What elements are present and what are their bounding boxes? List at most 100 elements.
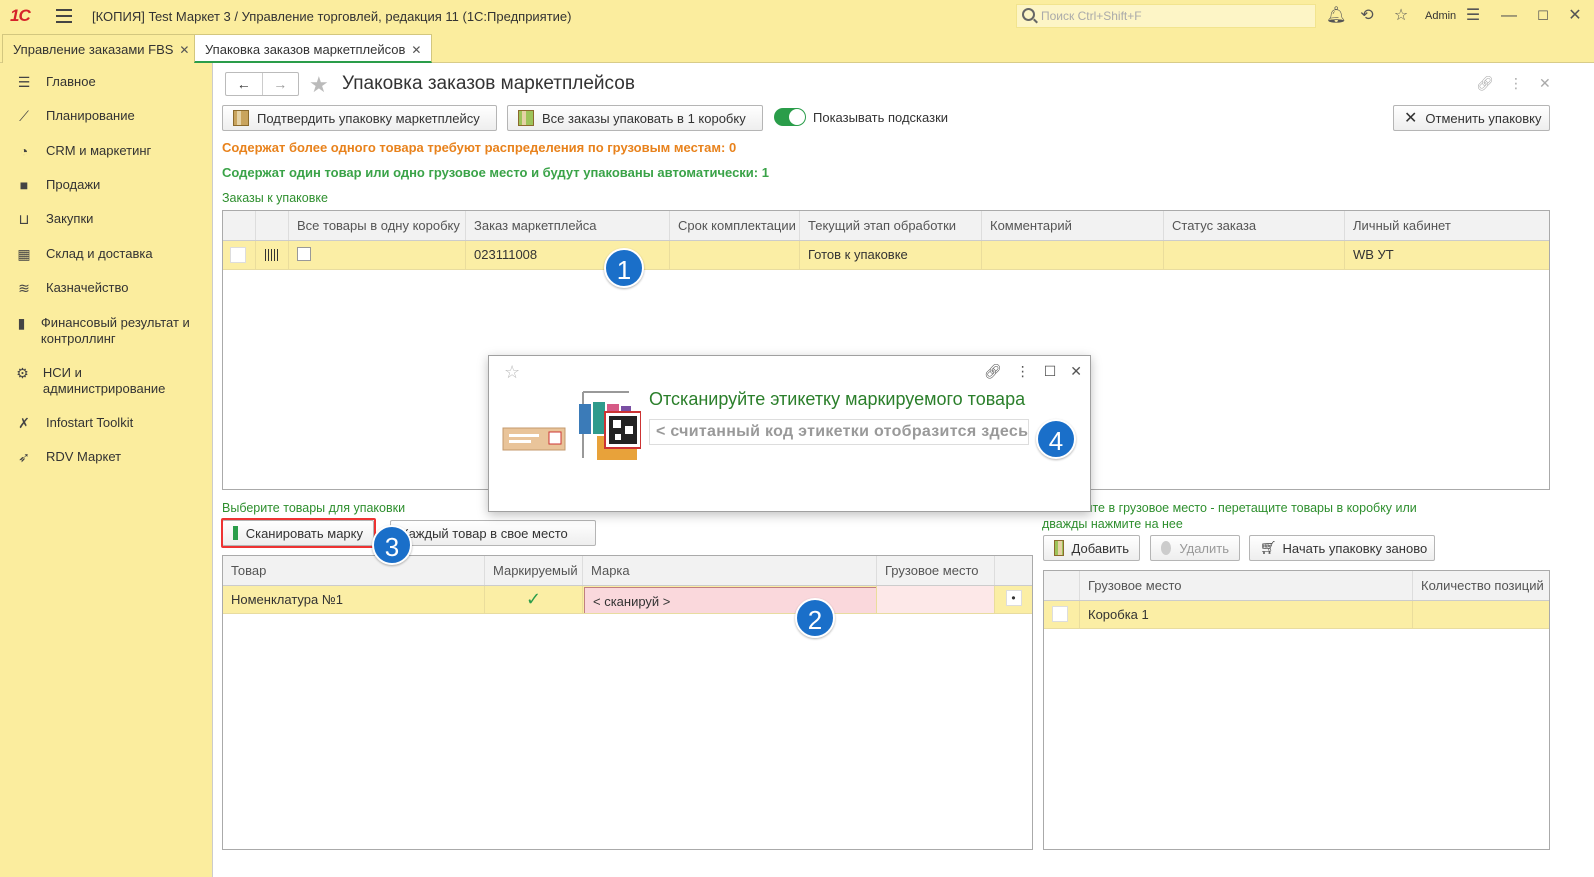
history-icon[interactable]: ⟲ bbox=[1358, 7, 1376, 25]
dot-cell[interactable]: • bbox=[995, 586, 1032, 613]
tab-close-icon[interactable]: ✕ bbox=[179, 43, 189, 57]
button-label: Все заказы упаковать в 1 коробку bbox=[542, 110, 746, 126]
row-select-cell[interactable] bbox=[223, 241, 256, 269]
link-icon[interactable]: 🔗︎ bbox=[984, 363, 1002, 380]
column-header[interactable]: Маркируемый bbox=[485, 556, 583, 585]
confirm-packing-button[interactable]: Подтвердить упаковку маркетплейсу bbox=[222, 105, 497, 131]
item-cell: Номенклатура №1 bbox=[223, 586, 485, 613]
favorite-star-icon[interactable]: ☆ bbox=[504, 362, 520, 383]
info-single-item: Содержат один товар или одно грузовое ме… bbox=[222, 165, 769, 180]
sidebar-item-warehouse[interactable]: ▦ Склад и доставка bbox=[16, 246, 153, 262]
sidebar-item-infostart[interactable]: ✗ Infostart Toolkit bbox=[16, 415, 133, 431]
pack-all-button[interactable]: Все заказы упаковать в 1 коробку bbox=[507, 105, 763, 131]
settings-lines-icon[interactable]: ☰ bbox=[1464, 7, 1482, 25]
table-header: Грузовое место Количество позиций bbox=[1044, 571, 1549, 601]
tab-packing[interactable]: Упаковка заказов маркетплейсов ✕ bbox=[194, 34, 433, 63]
cross-icon: ✕ bbox=[1404, 110, 1418, 127]
close-window-icon[interactable]: ✕ bbox=[1566, 7, 1584, 25]
cancel-packing-button[interactable]: ✕ Отменить упаковку bbox=[1393, 105, 1550, 131]
bell-icon[interactable]: 🔔︎ bbox=[1326, 7, 1346, 25]
sidebar-item-planning[interactable]: ⟋ Планирование bbox=[16, 108, 135, 124]
sidebar-item-treasury[interactable]: ≋ Казначейство bbox=[16, 280, 128, 296]
tab-fbs-orders[interactable]: Управление заказами FBS ✕ bbox=[2, 34, 201, 63]
more-icon[interactable]: ⋮ bbox=[1509, 75, 1523, 92]
restart-packing-button[interactable]: 🛒︎ Начать упаковку заново bbox=[1249, 535, 1435, 561]
table-header: Товар Маркируемый Марка Грузовое место bbox=[223, 556, 1032, 586]
places-section-label: Поместите в грузовое место - перетащите … bbox=[1042, 501, 1417, 531]
sidebar-item-crm[interactable]: ◔ CRM и маркетинг bbox=[16, 143, 152, 159]
tab-close-icon[interactable]: ✕ bbox=[411, 43, 421, 57]
column-header[interactable]: Заказ маркетплейса bbox=[466, 211, 670, 240]
sidebar-item-main[interactable]: ☰ Главное bbox=[16, 74, 96, 90]
delete-icon bbox=[1161, 541, 1172, 555]
scanned-code-field[interactable]: < считанный код этикетки отобразится зде… bbox=[649, 419, 1029, 445]
maximize-icon[interactable]: ☐ bbox=[1044, 363, 1057, 380]
forward-button[interactable]: → bbox=[261, 73, 299, 95]
sidebar-item-label: Закупки bbox=[46, 211, 94, 226]
sidebar-item-purchases[interactable]: ⊔ Закупки bbox=[16, 211, 94, 227]
table-row[interactable]: Номенклатура №1 ✓ < сканируй > • bbox=[223, 586, 1032, 614]
orders-section-label: Заказы к упаковке bbox=[222, 191, 328, 205]
minimize-icon[interactable]: — bbox=[1500, 7, 1518, 25]
scan-mark-button[interactable]: Сканировать марку bbox=[222, 520, 374, 546]
column-header[interactable]: Товар bbox=[223, 556, 485, 585]
button-label: Сканировать марку bbox=[245, 525, 363, 541]
column-header[interactable]: Грузовое место bbox=[877, 556, 995, 585]
row-checkbox[interactable] bbox=[230, 247, 246, 263]
column-header[interactable]: Количество позиций bbox=[1413, 571, 1549, 600]
status-cell bbox=[1164, 241, 1345, 269]
sidebar-item-label: RDV Маркет bbox=[46, 449, 122, 464]
tab-bar: Управление заказами FBS ✕ Упаковка заказо… bbox=[0, 32, 1594, 63]
link-icon[interactable]: 🔗︎ bbox=[1476, 75, 1494, 92]
all-in-one-box-cell[interactable] bbox=[289, 241, 466, 269]
user-name[interactable]: Admin bbox=[1425, 10, 1456, 22]
pie-icon: ◔ bbox=[19, 143, 29, 159]
sidebar-item-sales[interactable]: ■ Продажи bbox=[16, 177, 101, 193]
sidebar-item-admin[interactable]: ⚙ НСИ и администрирование bbox=[16, 365, 176, 397]
add-place-button[interactable]: Добавить bbox=[1043, 535, 1140, 561]
sidebar-item-rdv[interactable]: ➶ RDV Маркет bbox=[16, 449, 121, 465]
all-in-one-box-checkbox[interactable] bbox=[297, 247, 311, 261]
favorite-star-icon[interactable]: ★ bbox=[309, 72, 329, 98]
table-row[interactable]: Коробка 1 bbox=[1044, 601, 1549, 629]
checkmark-icon: ✓ bbox=[525, 589, 542, 609]
barcode-icon bbox=[265, 249, 279, 261]
marked-cell: ✓ bbox=[485, 586, 583, 613]
close-icon[interactable]: ✕ bbox=[1070, 363, 1082, 380]
column-header[interactable]: Личный кабинет bbox=[1345, 211, 1549, 240]
search-input[interactable]: Поиск Ctrl+Shift+F bbox=[1016, 4, 1316, 28]
column-header[interactable]: Статус заказа bbox=[1164, 211, 1345, 240]
column-header[interactable]: Марка bbox=[583, 556, 877, 585]
badge-3: 3 bbox=[372, 525, 412, 565]
close-form-icon[interactable]: ✕ bbox=[1539, 75, 1551, 92]
column-header[interactable]: Комментарий bbox=[982, 211, 1164, 240]
more-icon[interactable]: ⋮ bbox=[1016, 363, 1030, 380]
favorites-star-icon[interactable]: ☆ bbox=[1392, 7, 1410, 25]
show-hints-toggle[interactable] bbox=[774, 108, 806, 126]
table-row[interactable]: 023111008 Готов к упаковке WB УТ bbox=[223, 241, 1549, 270]
column-header[interactable]: Все товары в одну коробку bbox=[289, 211, 466, 240]
sidebar-item-label: Казначейство bbox=[46, 280, 129, 295]
each-item-place-button[interactable]: Каждый товар в свое место bbox=[390, 520, 596, 546]
delete-place-button[interactable]: Удалить bbox=[1150, 535, 1240, 561]
add-box-icon bbox=[1054, 540, 1064, 556]
column-header[interactable]: Грузовое место bbox=[1080, 571, 1413, 600]
maximize-icon[interactable]: ☐ bbox=[1534, 7, 1552, 25]
column-header[interactable]: Текущий этап обработки bbox=[800, 211, 982, 240]
comment-cell bbox=[982, 241, 1164, 269]
badge-4: 4 bbox=[1036, 419, 1076, 459]
button-label: Начать упаковку заново bbox=[1282, 540, 1428, 556]
sidebar: ☰ Главное ⟋ Планирование ◔ CRM и маркетинг … bbox=[0, 63, 212, 877]
sidebar-item-label: Планирование bbox=[46, 108, 135, 123]
sidebar-item-label: Склад и доставка bbox=[46, 246, 153, 261]
sidebar-item-label: Финансовый результат и контроллинг bbox=[40, 315, 190, 346]
row-checkbox[interactable] bbox=[1052, 606, 1068, 622]
bars-icon: ▮ bbox=[17, 315, 26, 331]
column-header[interactable]: Срок комплектации bbox=[670, 211, 800, 240]
select-dot[interactable]: • bbox=[1005, 590, 1022, 606]
row-select-cell[interactable] bbox=[1044, 601, 1080, 628]
sidebar-item-finance[interactable]: ▮ Финансовый результат и контроллинг bbox=[16, 315, 196, 347]
main-menu-icon[interactable] bbox=[56, 9, 72, 23]
goods-table: Товар Маркируемый Марка Грузовое место Н… bbox=[222, 555, 1033, 850]
back-button[interactable]: ← bbox=[226, 73, 262, 95]
